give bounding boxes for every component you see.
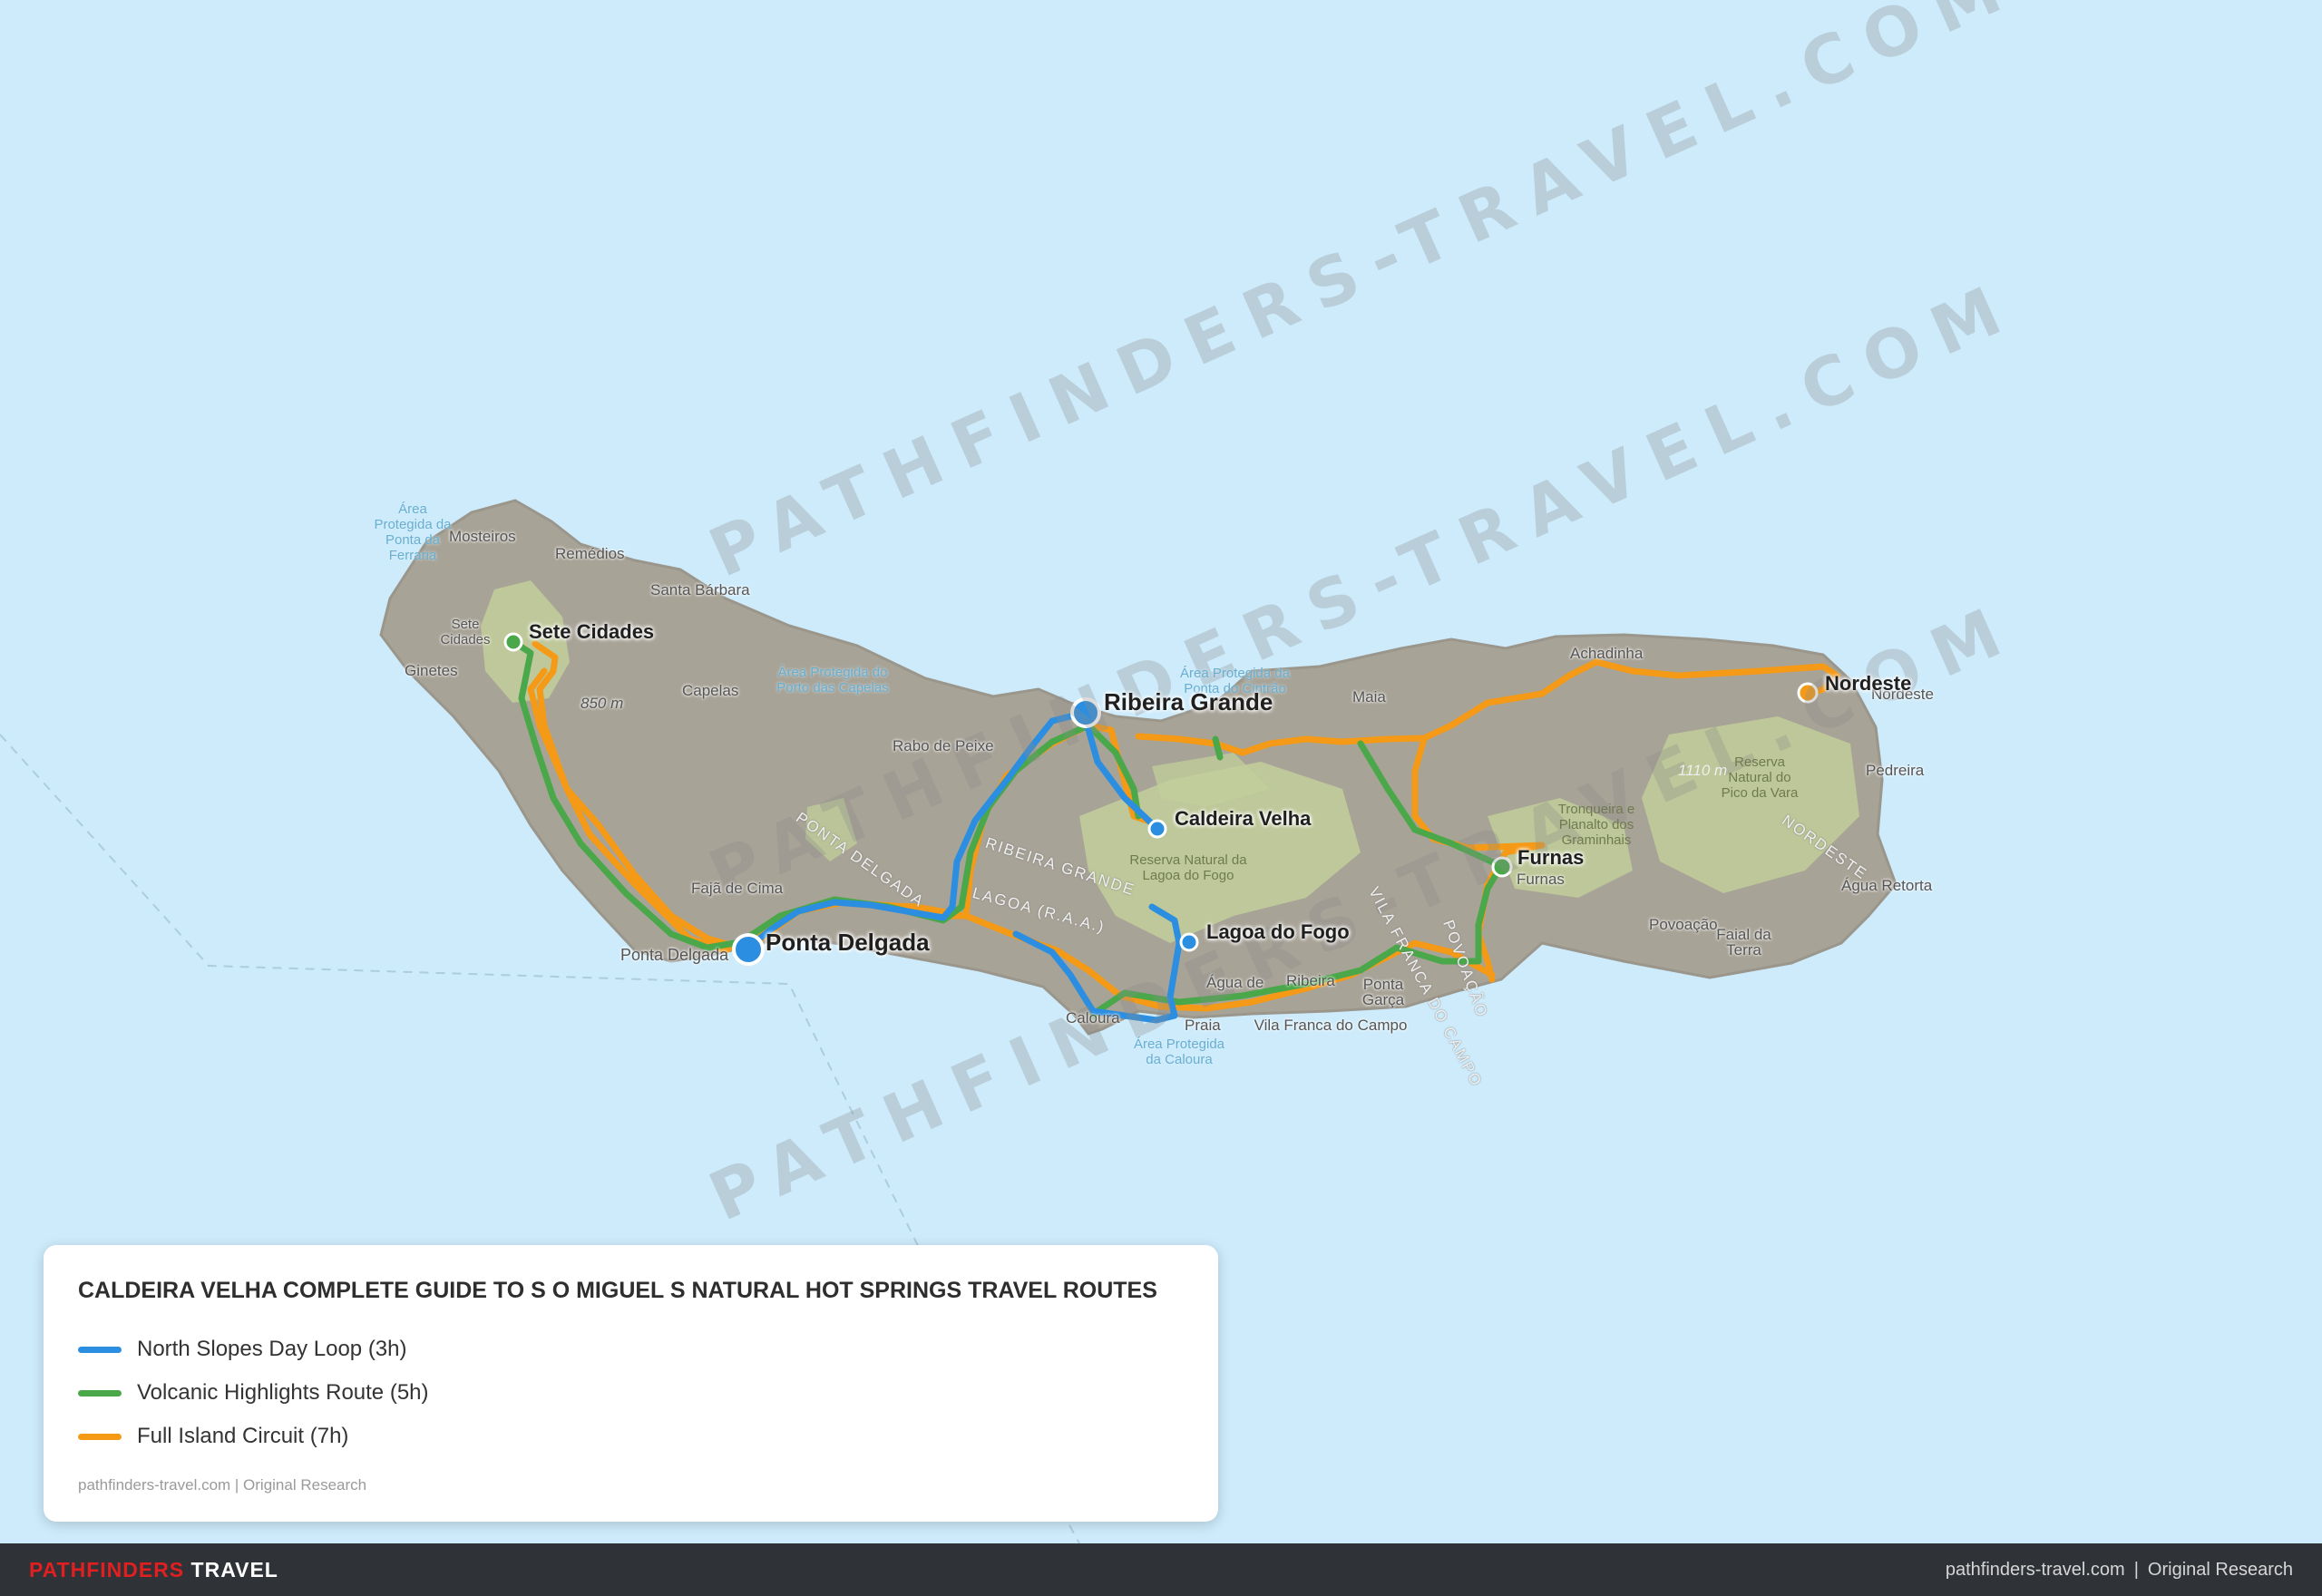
legend-item[interactable]: Full Island Circuit (7h) — [78, 1415, 1184, 1458]
place-label-ponta-garca: Ponta Garça — [1361, 976, 1405, 1008]
place-label-achadinha: Achadinha — [1570, 645, 1644, 662]
area-label-pico-da-vara: Reserva Natural do Pico da Vara — [1721, 754, 1799, 801]
area-label-caloura: Área Protegida da Caloura — [1133, 1036, 1225, 1067]
legend-label: Full Island Circuit (7h) — [137, 1424, 349, 1448]
legend-label: North Slopes Day Loop (3h) — [137, 1337, 407, 1361]
map-canvas[interactable]: PATHFINDERS-TRAVEL.COM PATHFINDERS-TRAVE… — [0, 0, 2322, 1543]
marker-ribeira-grande[interactable] — [1070, 697, 1101, 728]
brand-logo[interactable]: PATHFINDERS TRAVEL — [29, 1558, 278, 1582]
poi-label-ponta-delgada[interactable]: Ponta Delgada — [766, 929, 930, 957]
place-label-ribeira: Ribeira — [1286, 972, 1335, 989]
place-label-rabo-de-peixe: Rabo de Peixe — [893, 737, 994, 754]
footer-bar: PATHFINDERS TRAVEL pathfinders-travel.co… — [0, 1543, 2322, 1596]
place-label-faja-de-cima: Fajã de Cima — [691, 880, 784, 897]
area-label-porto-capelas: Área Protegida do Porto das Capelas — [776, 665, 889, 696]
legend-source: pathfinders-travel.com | Original Resear… — [78, 1476, 367, 1494]
marker-caldeira-velha[interactable] — [1147, 819, 1167, 839]
marker-furnas[interactable] — [1491, 856, 1513, 878]
place-label-maia: Maia — [1352, 688, 1386, 706]
place-label-ponta-delgada-small: Ponta Delgada — [620, 946, 729, 964]
place-label-vila-franca: Vila Franca do Campo — [1254, 1017, 1408, 1034]
place-label-sete-cidades-small: Sete Cidades — [440, 617, 491, 647]
map-title: CALDEIRA VELHA COMPLETE GUIDE TO S O MIG… — [78, 1278, 1157, 1303]
area-label-lagoa-do-fogo-reserve: Reserva Natural da Lagoa do Fogo — [1129, 852, 1247, 883]
footer-site-link[interactable]: pathfinders-travel.com — [1946, 1560, 2125, 1580]
marker-ponta-delgada[interactable] — [732, 933, 765, 966]
brand-accent-text: PATHFINDERS — [29, 1557, 185, 1581]
place-label-caloura: Caloura — [1066, 1009, 1120, 1027]
place-label-capelas: Capelas — [682, 682, 739, 699]
legend-panel: CALDEIRA VELHA COMPLETE GUIDE TO S O MIG… — [44, 1245, 1218, 1522]
marker-sete-cidades[interactable] — [503, 632, 523, 652]
poi-label-caldeira-velha[interactable]: Caldeira Velha — [1175, 807, 1311, 831]
place-label-furnas-small: Furnas — [1517, 871, 1565, 888]
footer-separator: | — [2133, 1559, 2139, 1580]
place-label-remedios: Remédios — [555, 545, 625, 562]
area-label-ponta-ferraria: Área Protegida da Ponta da Ferraria — [374, 501, 452, 563]
place-label-agua-de: Água de — [1206, 974, 1264, 991]
place-label-mosteiros: Mosteiros — [449, 528, 516, 545]
marker-nordeste[interactable] — [1797, 682, 1819, 704]
legend-list: North Slopes Day Loop (3h) Volcanic Highl… — [78, 1328, 1184, 1458]
legend-label: Volcanic Highlights Route (5h) — [137, 1380, 429, 1405]
place-label-pedreira: Pedreira — [1866, 762, 1925, 779]
place-label-santa-barbara: Santa Bárbara — [650, 581, 750, 598]
place-label-faial-da-terra: Faial da Terra — [1716, 926, 1771, 959]
poi-label-sete-cidades[interactable]: Sete Cidades — [529, 620, 654, 644]
marker-lagoa-do-fogo[interactable] — [1179, 932, 1199, 952]
legend-swatch — [78, 1389, 122, 1396]
legend-item[interactable]: North Slopes Day Loop (3h) — [78, 1328, 1184, 1371]
place-label-ginetes: Ginetes — [405, 662, 458, 679]
legend-item[interactable]: Volcanic Highlights Route (5h) — [78, 1371, 1184, 1415]
elevation-1110: 1110 m — [1678, 762, 1728, 779]
poi-label-nordeste[interactable]: Nordeste — [1825, 672, 1911, 696]
place-label-praia: Praia — [1185, 1017, 1221, 1034]
place-label-povoacao: Povoação — [1649, 916, 1718, 933]
poi-label-ribeira-grande[interactable]: Ribeira Grande — [1104, 688, 1273, 716]
area-label-tronqueira: Tronqueira e Planalto dos Graminhais — [1557, 802, 1635, 848]
brand-main-text: TRAVEL — [190, 1557, 278, 1581]
legend-swatch — [78, 1433, 122, 1440]
legend-swatch — [78, 1346, 122, 1353]
footer-note: Original Research — [2147, 1559, 2293, 1580]
elevation-850: 850 m — [580, 695, 624, 712]
poi-label-furnas[interactable]: Furnas — [1517, 846, 1584, 870]
poi-label-lagoa-do-fogo[interactable]: Lagoa do Fogo — [1206, 920, 1350, 944]
footer-credits: pathfinders-travel.com | Original Research — [1946, 1560, 2293, 1581]
